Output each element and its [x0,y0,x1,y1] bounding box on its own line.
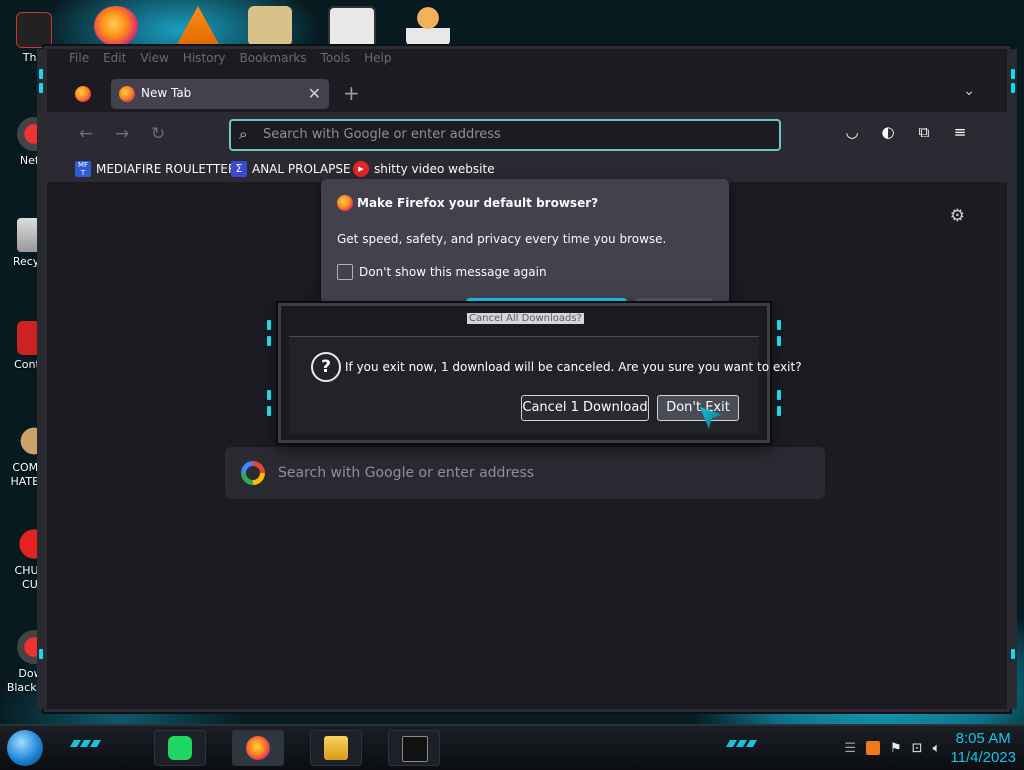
command-prompt-icon [402,736,428,762]
search-icon: ⌕ [239,125,248,143]
cancel-downloads-dialog: Cancel All Downloads? ? If you exit now,… [267,303,802,443]
notification-app-icon[interactable] [866,741,880,755]
url-bar-placeholder: Search with Google or enter address [263,127,501,142]
new-tab-button[interactable]: + [343,81,360,105]
url-bar[interactable]: ⌕ Search with Google or enter address [229,119,781,151]
menu-tools[interactable]: Tools [321,51,351,65]
frame-accent [777,406,781,416]
mediafire-favicon-icon: MF T [75,161,91,177]
frame-accent [267,336,271,346]
frame-accent [777,336,781,346]
firefox-icon [119,86,135,102]
forward-icon[interactable]: → [115,124,129,144]
close-tab-icon[interactable]: ✕ [308,84,321,103]
firefox-icon[interactable] [94,6,138,46]
system-tray: ☰ ⚑ ⊡ 🔈︎ 8:05 AM 11/4/2023 [844,728,1016,768]
file-explorer-icon [324,736,348,760]
clock-date: 11/4/2023 [950,749,1016,766]
clock-time: 8:05 AM [955,730,1011,747]
frame-accent [1011,83,1015,93]
extensions-icon[interactable]: ⧉ [915,123,933,141]
frame-accent [39,649,43,659]
show-hidden-icons-icon[interactable]: ☰ [844,741,856,756]
hxd-icon[interactable] [248,6,292,46]
spotify-icon [168,736,192,760]
menu-bookmarks[interactable]: Bookmarks [240,51,307,65]
menu-bar: File Edit View History Bookmarks Tools H… [69,51,392,65]
tab-title: New Tab [141,86,192,100]
frame-accent [267,406,271,416]
action-center-flag-icon[interactable]: ⚑ [890,741,902,756]
sigma-favicon-icon: Σ [231,161,247,177]
new-tab-page: ⚙ Make Firefox your default browser? Get… [47,179,1007,709]
dont-show-checkbox[interactable] [337,264,353,280]
default-browser-prompt: Make Firefox your default browser? Get s… [321,179,729,307]
frame-accent [1011,649,1015,659]
cancel-download-button[interactable]: Cancel 1 Download [521,395,649,421]
this-pc-icon [16,12,52,48]
menu-view[interactable]: View [140,51,168,65]
prompt-title: Make Firefox your default browser? [357,196,599,210]
newtab-search-placeholder: Search with Google or enter address [278,465,535,481]
bookmark-label: ANAL PROLAPSE [252,162,351,176]
menu-file[interactable]: File [69,51,89,65]
navigation-toolbar: ← → ↻ ⌕ Search with Google or enter addr… [47,112,1007,156]
bookmark-mediafire[interactable]: MF T MEDIAFIRE ROULETTER [75,161,236,177]
firefox-icon [246,736,270,760]
pocket-icon[interactable]: ◡ [843,123,861,141]
bookmark-video-website[interactable]: ▶ shitty video website [353,161,495,177]
dont-show-label: Don't show this message again [359,265,547,279]
dont-exit-button[interactable]: Don't Exit [657,395,739,421]
prompt-body: Get speed, safety, and privacy every tim… [337,232,667,246]
dialog-body: ? If you exit now, 1 download will be ca… [289,336,802,434]
menu-history[interactable]: History [183,51,226,65]
frame-accent [267,320,271,330]
person-icon[interactable] [406,6,450,46]
bookmark-label: shitty video website [374,162,495,176]
question-icon: ? [311,352,341,382]
taskbar-decoration [725,740,758,747]
youtube-favicon-icon: ▶ [353,161,369,177]
taskbar-file-explorer[interactable] [310,730,362,766]
tab-new-tab[interactable]: New Tab ✕ [111,79,329,109]
volume-icon[interactable]: 🔈︎ [933,741,941,756]
taskbar-spotify[interactable] [154,730,206,766]
clock[interactable]: 8:05 AM 11/4/2023 [950,729,1016,767]
menu-help[interactable]: Help [364,51,391,65]
menu-edit[interactable]: Edit [103,51,126,65]
menu-hamburger-icon[interactable]: ≡ [951,123,969,141]
frame-accent [777,390,781,400]
frame-accent [267,390,271,400]
firefox-view-icon[interactable] [75,86,91,102]
maze-icon[interactable] [328,6,376,50]
window-frame-right [1007,49,1017,709]
google-icon [241,461,265,485]
dialog-message: If you exit now, 1 download will be canc… [345,360,802,374]
frame-accent [39,69,43,79]
taskbar-decoration [69,740,102,747]
reload-icon[interactable]: ↻ [151,124,165,144]
tab-strip: New Tab ✕ + ⌄ [47,76,1007,112]
back-icon[interactable]: ← [79,124,93,144]
firefox-icon [337,195,353,211]
frame-accent [777,320,781,330]
window-frame-left [37,49,47,709]
list-all-tabs-icon[interactable]: ⌄ [963,83,975,99]
frame-accent [39,83,43,93]
taskbar-command-prompt[interactable] [388,730,440,766]
gear-icon[interactable]: ⚙ [950,206,965,226]
taskbar: ☰ ⚑ ⊡ 🔈︎ 8:05 AM 11/4/2023 [0,724,1024,770]
newtab-search-box[interactable]: Search with Google or enter address [225,447,825,499]
dialog-title: Cancel All Downloads? [467,313,584,324]
dark-mode-icon[interactable]: ◐ [879,123,897,141]
start-button[interactable] [7,730,43,766]
bookmark-label: MEDIAFIRE ROULETTER [96,162,237,176]
network-status-icon[interactable]: ⊡ [912,741,923,756]
frame-accent [1011,69,1015,79]
taskbar-firefox[interactable] [232,730,284,766]
bookmark-anal-prolapse[interactable]: Σ ANAL PROLAPSE [231,161,351,177]
